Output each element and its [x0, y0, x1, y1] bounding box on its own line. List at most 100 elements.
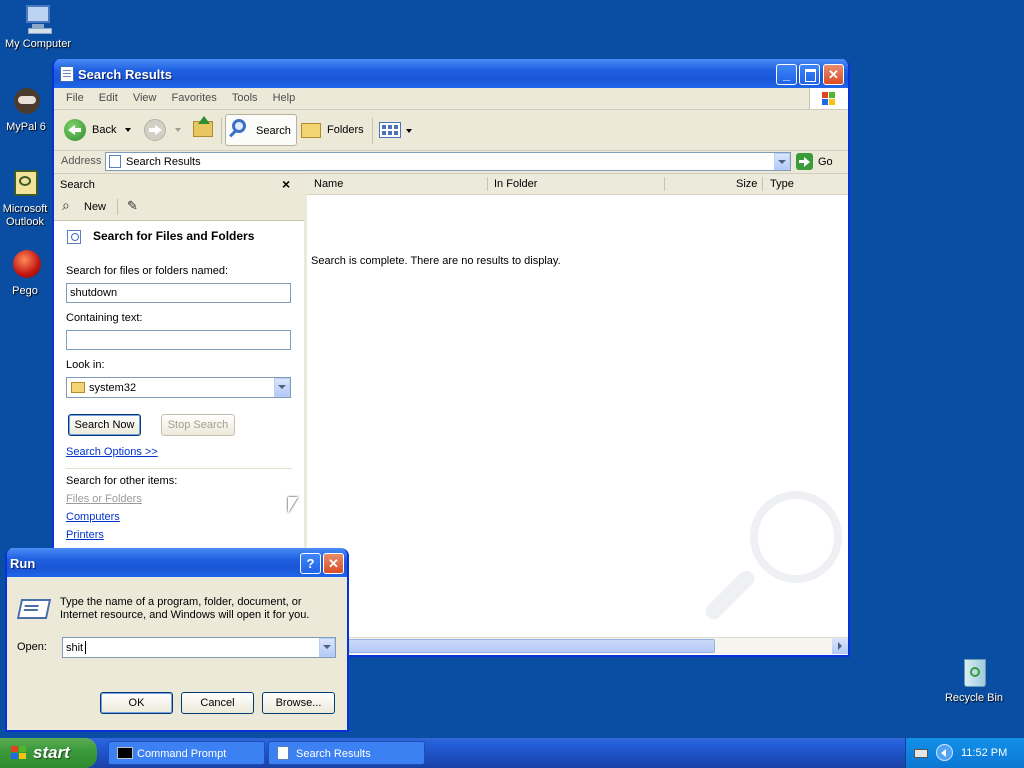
run-title: Run [10, 556, 36, 571]
menu-file[interactable]: File [60, 88, 90, 104]
search-now-button[interactable]: Search Now [68, 414, 141, 436]
desktop-icon-my-computer[interactable]: My Computer [0, 3, 78, 51]
forward-button[interactable] [142, 116, 182, 144]
maximize-button[interactable] [799, 64, 820, 85]
folders-button[interactable]: Folders [301, 116, 367, 144]
go-arrow-icon [796, 153, 813, 170]
search-toolbar-button[interactable]: Search [225, 114, 297, 146]
new-search-button[interactable]: ⌕ New [60, 197, 110, 217]
keyboard-icon[interactable] [914, 749, 928, 758]
views-grid-icon [379, 122, 401, 138]
raccoon-icon [10, 86, 42, 118]
forward-dropdown-icon[interactable] [175, 128, 181, 132]
column-size[interactable]: Size [736, 178, 757, 190]
browse-button[interactable]: Browse... [262, 692, 335, 714]
menu-edit[interactable]: Edit [93, 88, 124, 104]
windows-flag-icon [11, 746, 27, 760]
close-button[interactable]: ✕ [823, 64, 844, 85]
address-label: Address [61, 155, 102, 167]
command-prompt-icon [117, 747, 133, 759]
computer-icon [22, 3, 54, 35]
new-search-icon: ⌕ [62, 197, 70, 213]
column-type[interactable]: Type [770, 178, 794, 190]
look-in-select[interactable]: system32 [66, 377, 291, 398]
back-arrow-icon [64, 119, 86, 141]
document-icon [60, 66, 74, 82]
menu-help[interactable]: Help [267, 88, 302, 104]
pego-icon [9, 250, 41, 282]
printers-link[interactable]: Printers [66, 529, 104, 541]
menu-view[interactable]: View [127, 88, 163, 104]
run-title-bar[interactable]: Run ? ✕ [7, 548, 347, 577]
folder-icon [301, 123, 321, 138]
menu-favorites[interactable]: Favorites [166, 88, 223, 104]
horizontal-scrollbar[interactable] [307, 637, 848, 654]
close-pane-icon[interactable]: × [282, 176, 290, 192]
search-results-icon [277, 746, 289, 760]
desktop-icon-mypal[interactable]: MyPal 6 [0, 86, 54, 134]
run-description-1: Type the name of a program, folder, docu… [60, 596, 302, 608]
run-close-button[interactable]: ✕ [323, 553, 344, 574]
help-button[interactable]: ? [300, 553, 321, 574]
column-in-folder[interactable]: In Folder [494, 178, 537, 190]
desktop-icon-recycle-bin[interactable]: Recycle Bin [934, 657, 1014, 705]
window-title: Search Results [78, 67, 172, 82]
cancel-button[interactable]: Cancel [181, 692, 254, 714]
ok-button[interactable]: OK [100, 692, 173, 714]
search-heading-icon [67, 230, 81, 244]
minimize-button[interactable]: _ [776, 64, 797, 85]
results-column-headers: Name In Folder Size Type [307, 174, 848, 195]
start-button[interactable]: start [0, 738, 97, 768]
file-name-input[interactable]: shutdown [66, 283, 291, 303]
up-folder-button[interactable] [191, 116, 217, 144]
recycle-bin-icon [958, 657, 990, 689]
files-or-folders-link: Files or Folders [66, 493, 142, 505]
address-field[interactable]: Search Results [105, 152, 791, 171]
windows-flag-icon [809, 88, 848, 109]
search-options-link[interactable]: Search Options >> [66, 446, 158, 458]
text-cursor [85, 641, 86, 654]
folder-icon [71, 382, 85, 393]
search-pane-header: Search × [54, 174, 304, 194]
run-dialog: Run ? ✕ Type the name of a program, fold… [5, 548, 349, 732]
desktop-icon-outlook[interactable]: Microsoft Outlook [0, 168, 52, 229]
tray-expand-icon[interactable] [936, 744, 953, 761]
clock: 11:52 PM [961, 747, 1008, 759]
address-bar: Address Search Results Go [54, 151, 848, 174]
back-button[interactable]: Back [64, 116, 134, 144]
views-button[interactable] [379, 116, 413, 144]
taskbar: start Command Prompt Search Results 11:5… [0, 738, 1024, 768]
open-dropdown-button[interactable] [319, 638, 335, 657]
taskbar-command-prompt[interactable]: Command Prompt [108, 741, 265, 765]
desktop-icon-pego[interactable]: Pego [0, 250, 52, 298]
standard-toolbar: Back Search Folders [54, 110, 848, 151]
containing-label: Containing text: [66, 312, 143, 324]
views-dropdown-icon [406, 129, 412, 133]
forward-arrow-icon [144, 119, 166, 141]
named-label: Search for files or folders named: [66, 265, 229, 277]
computers-link[interactable]: Computers [66, 511, 120, 523]
taskbar-search-results[interactable]: Search Results [268, 741, 425, 765]
menu-tools[interactable]: Tools [226, 88, 264, 104]
search-results-small-icon [109, 155, 121, 168]
open-input[interactable]: shit [62, 637, 336, 658]
containing-text-input[interactable] [66, 330, 291, 350]
search-companion-button[interactable]: ✎ [124, 197, 146, 217]
look-in-label: Look in: [66, 359, 105, 371]
book-icon: ✎ [127, 198, 138, 213]
search-heading: Search for Files and Folders [93, 229, 255, 243]
scroll-right-button[interactable] [832, 638, 848, 654]
column-name[interactable]: Name [314, 178, 343, 190]
search-pane-toolbar: ⌕ New ✎ [54, 194, 304, 221]
window-title-bar[interactable]: Search Results _ ✕ [54, 59, 848, 88]
magnifier-watermark-icon [750, 491, 842, 583]
open-label: Open: [17, 641, 47, 653]
outlook-icon [9, 168, 41, 200]
scrollbar-thumb[interactable] [347, 639, 715, 653]
look-in-dropdown-button[interactable] [274, 378, 290, 397]
close-icon: ✕ [828, 67, 839, 82]
go-button[interactable]: Go [796, 152, 840, 171]
back-dropdown-icon[interactable] [125, 128, 131, 132]
other-items-label: Search for other items: [66, 475, 178, 487]
address-dropdown-button[interactable] [774, 153, 790, 170]
